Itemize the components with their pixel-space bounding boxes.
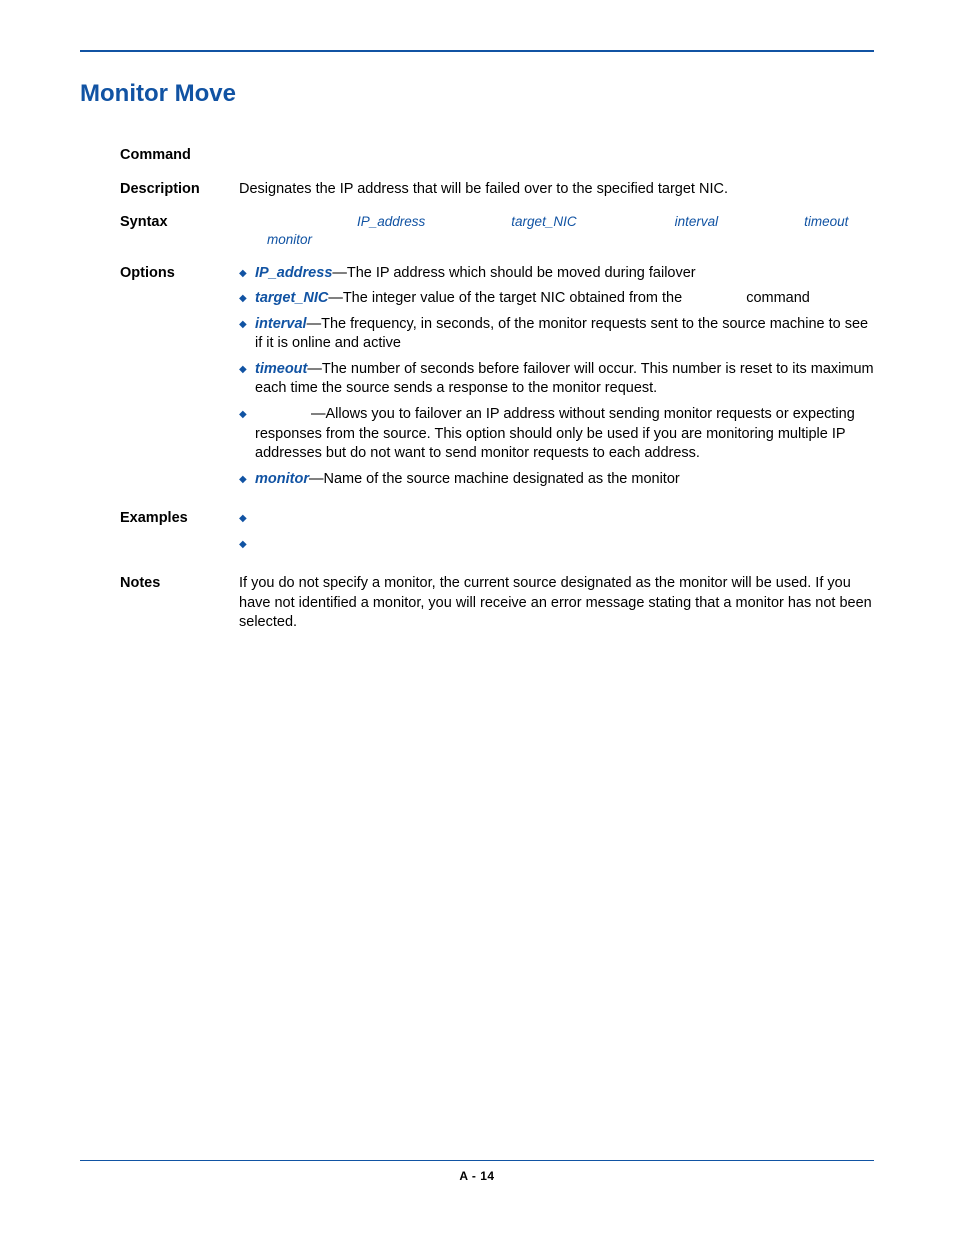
option-item: —Allows you to failover an IP address wi… [239, 405, 874, 464]
examples-list [239, 509, 874, 554]
label-syntax: Syntax [120, 213, 235, 263]
option-item: IP_address—The IP address which should b… [239, 264, 874, 284]
option-key: IP_address [255, 265, 332, 281]
syntax-param-target: target_NIC [511, 213, 576, 231]
page-number: A - 14 [459, 1169, 494, 1183]
option-item: timeout—The number of seconds before fai… [239, 360, 874, 399]
option-item: target_NIC—The integer value of the targ… [239, 289, 874, 309]
label-notes: Notes [120, 574, 235, 647]
value-notes: If you do not specify a monitor, the cur… [239, 574, 874, 647]
syntax-line-1: IP_address target_NIC interval timeout [239, 213, 874, 231]
value-options: IP_address—The IP address which should b… [239, 264, 874, 510]
label-examples: Examples [120, 509, 235, 574]
syntax-param-monitor: monitor [267, 231, 312, 249]
page: Monitor Move Command Description Designa… [0, 0, 954, 1235]
option-item: interval—The frequency, in seconds, of t… [239, 315, 874, 354]
label-options: Options [120, 264, 235, 510]
option-key: monitor [255, 471, 309, 487]
syntax-param-timeout: timeout [804, 213, 848, 231]
syntax-line-2: monitor [239, 231, 874, 249]
option-key: target_NIC [255, 290, 328, 306]
syntax-param-interval: interval [675, 213, 719, 231]
footer: A - 14 [80, 1160, 874, 1185]
label-command: Command [120, 146, 235, 180]
option-trailing-text: command [746, 290, 810, 306]
syntax-param-ip: IP_address [357, 213, 425, 231]
footer-rule [80, 1160, 874, 1161]
value-description: Designates the IP address that will be f… [239, 180, 874, 214]
options-list: IP_address—The IP address which should b… [239, 264, 874, 490]
value-syntax: IP_address target_NIC interval timeout m… [239, 213, 874, 263]
page-title: Monitor Move [80, 80, 874, 108]
value-examples [239, 509, 874, 574]
value-command [239, 146, 874, 180]
option-key: timeout [255, 361, 307, 377]
header-rule [80, 50, 874, 52]
definition-grid: Command Description Designates the IP ad… [80, 146, 874, 647]
option-key: interval [255, 316, 307, 332]
example-item [239, 535, 874, 555]
label-description: Description [120, 180, 235, 214]
example-item [239, 509, 874, 529]
option-item: monitor—Name of the source machine desig… [239, 470, 874, 490]
